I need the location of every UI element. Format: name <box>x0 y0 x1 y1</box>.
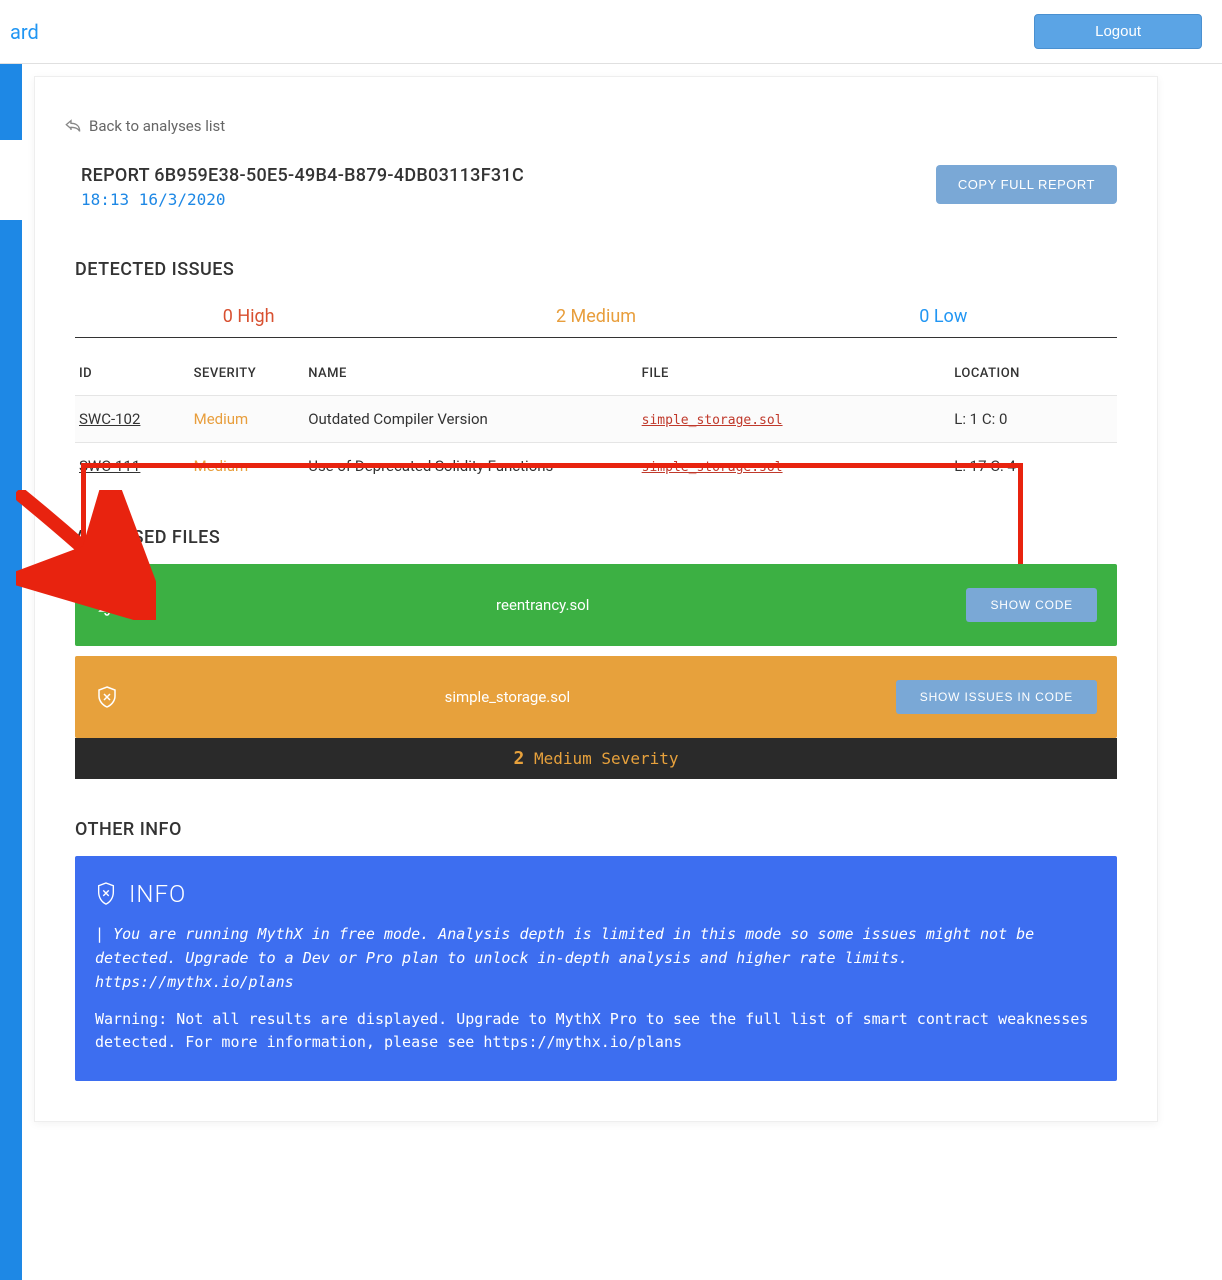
col-id: ID <box>75 358 190 396</box>
copy-full-report-button[interactable]: COPY FULL REPORT <box>936 165 1117 204</box>
location-value: L: 1 C: 0 <box>950 396 1117 443</box>
file-link[interactable]: simple_storage.sol <box>642 413 783 428</box>
report-title: REPORT 6B959E38-50E5-49B4-B879-4DB03113F… <box>81 165 524 186</box>
show-issues-in-code-button[interactable]: SHOW ISSUES IN CODE <box>896 680 1097 714</box>
detected-issues-title: DETECTED ISSUES <box>75 259 1117 280</box>
info-message-primary: | You are running MythX in free mode. An… <box>95 922 1097 994</box>
info-box: INFO | You are running MythX in free mod… <box>75 856 1117 1081</box>
issue-id-link[interactable]: SWC-111 <box>79 457 140 475</box>
severity-value: Medium <box>194 457 249 475</box>
tab-high[interactable]: 0 High <box>75 296 422 337</box>
main-content: Back to analyses list REPORT 6B959E38-50… <box>34 76 1158 1122</box>
reply-arrow-icon <box>65 119 81 133</box>
back-link-label: Back to analyses list <box>89 117 225 135</box>
show-code-button[interactable]: SHOW CODE <box>966 588 1097 622</box>
left-sidebar-gap <box>0 140 22 220</box>
severity-tabs: 0 High 2 Medium 0 Low <box>75 296 1117 338</box>
location-value: L: 17 C: 4 <box>950 443 1117 490</box>
info-message-secondary: Warning: Not all results are displayed. … <box>95 1008 1097 1053</box>
severity-count: 2 <box>514 748 525 769</box>
topbar: ard Logout <box>0 0 1222 64</box>
logout-button[interactable]: Logout <box>1034 14 1202 49</box>
file-name: simple_storage.sol <box>119 688 896 706</box>
table-row: SWC-102 Medium Outdated Compiler Version… <box>75 396 1117 443</box>
severity-value: Medium <box>194 410 249 428</box>
file-card-clean: reentrancy.sol SHOW CODE <box>75 564 1117 646</box>
back-link[interactable]: Back to analyses list <box>65 117 1117 135</box>
left-sidebar-strip <box>0 64 22 1280</box>
file-card-issues: simple_storage.sol SHOW ISSUES IN CODE <box>75 656 1117 738</box>
table-row: SWC-111 Medium Use of Deprecated Solidit… <box>75 443 1117 490</box>
shield-x-icon <box>95 685 119 709</box>
report-timestamp: 18:13 16/3/2020 <box>81 190 524 209</box>
file-name: reentrancy.sol <box>119 596 966 614</box>
info-header: INFO <box>95 880 1097 908</box>
report-header: REPORT 6B959E38-50E5-49B4-B879-4DB03113F… <box>75 165 1117 209</box>
tab-low[interactable]: 0 Low <box>770 296 1117 337</box>
issue-id-link[interactable]: SWC-102 <box>79 410 140 428</box>
brand-text: ard <box>10 20 39 44</box>
issue-name: Use of Deprecated Solidity Functions <box>304 443 637 490</box>
tab-medium[interactable]: 2 Medium <box>422 296 769 337</box>
analysed-files-title: ANALYSED FILES <box>75 527 1117 548</box>
severity-summary-bar: 2 Medium Severity <box>75 738 1117 779</box>
col-severity: SEVERITY <box>190 358 305 396</box>
col-location: LOCATION <box>950 358 1117 396</box>
issue-name: Outdated Compiler Version <box>304 396 637 443</box>
severity-label: Medium Severity <box>524 749 678 768</box>
col-file: FILE <box>638 358 951 396</box>
file-link[interactable]: simple_storage.sol <box>642 460 783 475</box>
col-name: NAME <box>304 358 637 396</box>
issues-table: ID SEVERITY NAME FILE LOCATION SWC-102 M… <box>75 358 1117 489</box>
info-heading-text: INFO <box>129 880 186 908</box>
shield-x-icon <box>95 881 117 907</box>
other-info-title: OTHER INFO <box>75 819 1117 840</box>
bell-icon <box>95 593 119 617</box>
